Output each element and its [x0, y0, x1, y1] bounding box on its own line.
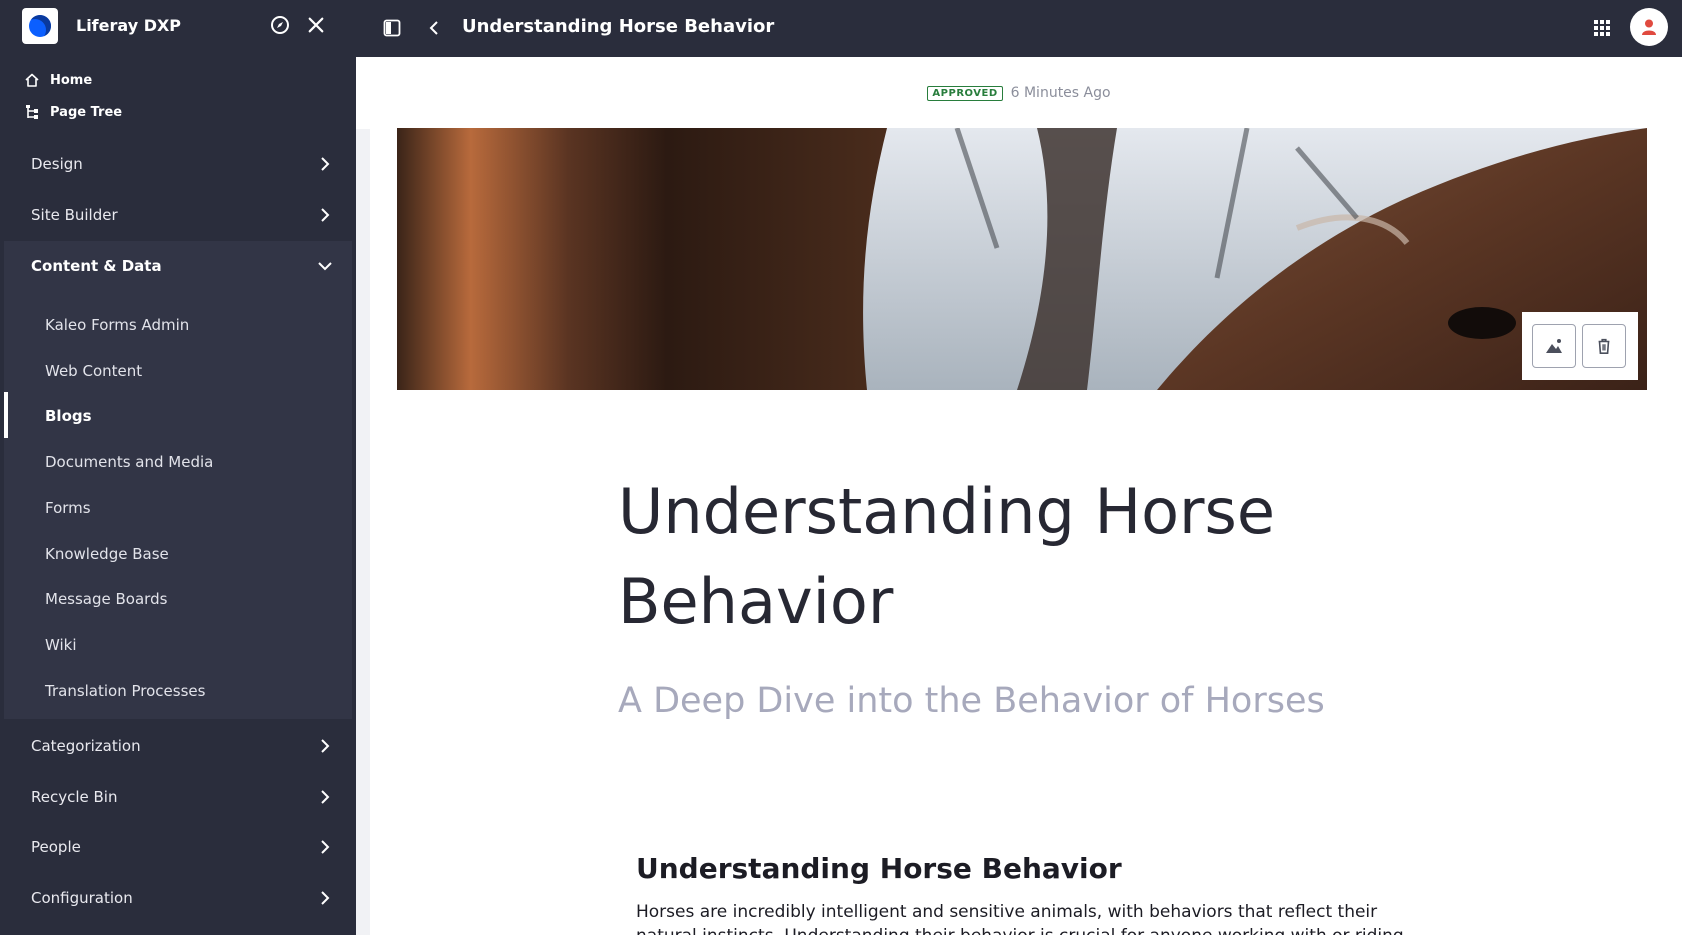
status-row: APPROVED 6 Minutes Ago	[356, 85, 1682, 101]
chevron-right-icon	[321, 891, 330, 905]
section-configuration[interactable]: Configuration	[0, 873, 356, 923]
compass-icon[interactable]	[267, 12, 293, 38]
chevron-right-icon	[321, 157, 330, 171]
remove-image-button[interactable]	[1582, 324, 1626, 368]
trash-icon	[1598, 338, 1610, 355]
section-label: Categorization	[31, 737, 141, 755]
chevron-right-icon	[321, 840, 330, 854]
section-design[interactable]: Design	[0, 139, 356, 189]
chevron-right-icon	[321, 739, 330, 753]
content-body[interactable]: Horses are incredibly intelligent and se…	[636, 900, 1416, 935]
sidebar-item-blogs[interactable]: Blogs	[45, 407, 92, 425]
post-subtitle[interactable]: A Deep Dive into the Behavior of Horses	[618, 681, 1325, 721]
chevron-right-icon	[321, 790, 330, 804]
sidebar-item-web-content[interactable]: Web Content	[45, 362, 142, 380]
sidebar-item-documents-and-media[interactable]: Documents and Media	[45, 453, 213, 471]
section-categorization[interactable]: Categorization	[0, 721, 356, 771]
apps-grid-icon[interactable]	[1588, 14, 1616, 42]
change-image-button[interactable]	[1532, 324, 1576, 368]
product-menu-header: Liferay DXP	[0, 0, 356, 56]
sidebar-item-message-boards[interactable]: Message Boards	[45, 590, 167, 608]
status-time: 6 Minutes Ago	[1010, 85, 1111, 101]
product-menu: Liferay DXP Home Page Tree Design Site B…	[0, 0, 356, 935]
back-icon[interactable]	[420, 14, 448, 42]
active-indicator	[4, 392, 8, 438]
section-label: People	[31, 838, 81, 856]
section-label: Configuration	[31, 889, 133, 907]
post-title[interactable]: Understanding Horse Behavior	[618, 467, 1418, 647]
user-avatar[interactable]	[1630, 8, 1668, 46]
blog-entry-editor: APPROVED 6 Minutes Ago Understanding Hor…	[356, 57, 1682, 935]
section-label: Design	[31, 155, 83, 173]
chevron-down-icon	[318, 262, 332, 271]
close-icon[interactable]	[303, 12, 329, 38]
page-tree-link[interactable]: Page Tree	[24, 104, 122, 120]
section-people[interactable]: People	[0, 822, 356, 872]
page-title: Understanding Horse Behavior	[462, 16, 775, 37]
status-badge: APPROVED	[927, 85, 1003, 101]
sidebar-item-kaleo-forms-admin[interactable]: Kaleo Forms Admin	[45, 316, 189, 334]
section-site-builder[interactable]: Site Builder	[0, 190, 356, 240]
user-icon	[1642, 19, 1656, 35]
home-link[interactable]: Home	[24, 72, 92, 88]
page-gutter	[356, 129, 370, 935]
section-content-data[interactable]: Content & Data	[0, 241, 356, 291]
page-tree-label: Page Tree	[50, 104, 123, 120]
home-icon	[25, 73, 39, 87]
sidebar-item-translation-processes[interactable]: Translation Processes	[45, 682, 205, 700]
content-heading[interactable]: Understanding Horse Behavior	[636, 852, 1122, 885]
sidebar-item-forms[interactable]: Forms	[45, 499, 91, 517]
liferay-logo	[22, 8, 58, 44]
chevron-right-icon	[321, 208, 330, 222]
section-recycle-bin[interactable]: Recycle Bin	[0, 772, 356, 822]
section-label: Site Builder	[31, 206, 118, 224]
sidebar-item-knowledge-base[interactable]: Knowledge Base	[45, 545, 169, 563]
cover-image-toolbar	[1522, 312, 1638, 380]
product-menu-title: Liferay DXP	[76, 16, 182, 35]
cover-image[interactable]	[397, 128, 1647, 390]
control-menu: Understanding Horse Behavior	[356, 0, 1682, 57]
section-label: Content & Data	[31, 257, 162, 275]
section-label: Recycle Bin	[31, 788, 118, 806]
home-label: Home	[50, 72, 93, 88]
sidebar-item-wiki[interactable]: Wiki	[45, 636, 77, 654]
sidebar-toggle-icon[interactable]	[378, 14, 406, 42]
image-icon	[1546, 339, 1562, 353]
page-tree-icon	[26, 105, 38, 119]
